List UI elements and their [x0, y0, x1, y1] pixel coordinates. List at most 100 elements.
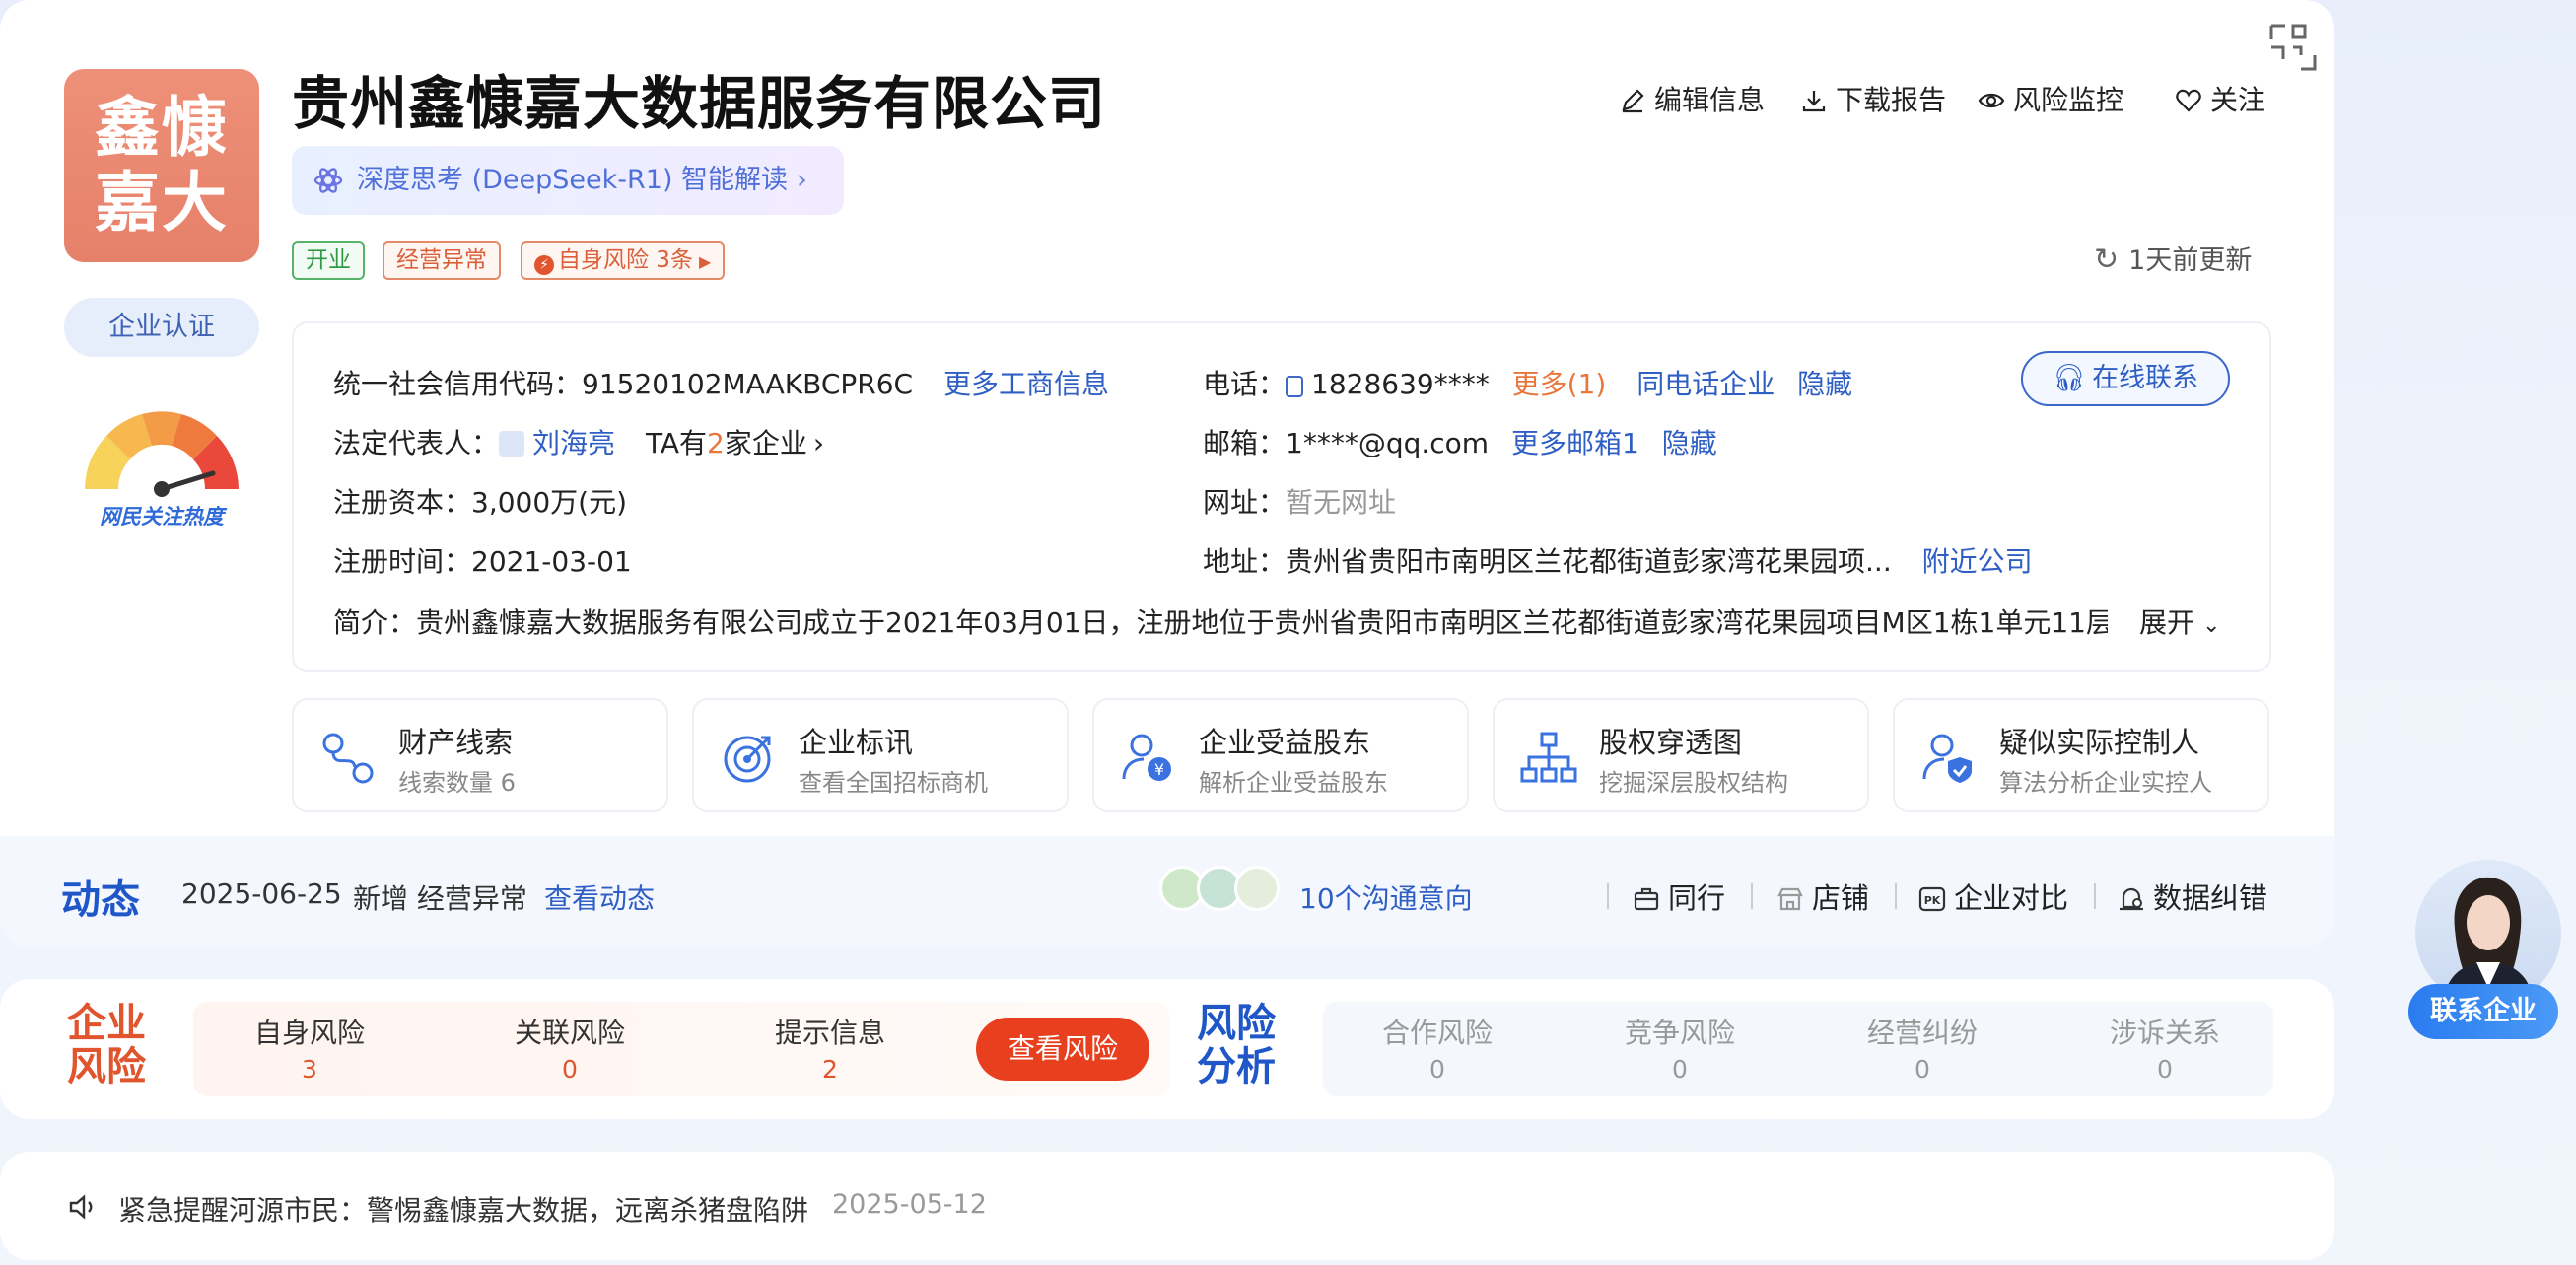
same-phone-link[interactable]: 同电话企业	[1636, 368, 1775, 400]
caret-right-icon: ▶	[698, 252, 712, 271]
quick-card-beneficiary[interactable]: ¥ 企业受益股东 解析企业受益股东	[1092, 698, 1469, 812]
business-dispute-value[interactable]: 0	[1824, 1055, 2021, 1084]
notice-date: 2025-05-12	[832, 1189, 987, 1220]
quick-card-title: 股权穿透图	[1599, 726, 1743, 759]
store-button[interactable]: 店铺	[1776, 876, 1869, 917]
phone-hide-link[interactable]: 隐藏	[1797, 368, 1852, 400]
dynamics-title: 动态	[61, 878, 140, 923]
communication-intent-link[interactable]: 10个沟通意向	[1299, 878, 1473, 917]
logo-text: 鑫慷嘉大	[95, 90, 229, 241]
risk-monitor-button[interactable]: 风险监控	[1978, 79, 2123, 118]
heat-gauge-icon	[85, 411, 239, 497]
address-label: 地址：	[1203, 545, 1287, 578]
competition-risk-label[interactable]: 竞争风险	[1581, 1012, 1778, 1051]
company-compare-button[interactable]: PK 企业对比	[1918, 876, 2068, 917]
divider	[1895, 883, 1897, 909]
quick-card-title: 疑似实际控制人	[1999, 726, 2200, 759]
svg-text:PK: PK	[1924, 894, 1941, 907]
quick-card-title: 企业标讯	[799, 726, 914, 759]
download-report-label: 下载报告	[1836, 84, 1947, 116]
quick-card-title: 财产线索	[398, 726, 514, 759]
enterprise-risk-title: 企业风险	[67, 1001, 146, 1089]
notice-info-value[interactable]: 2	[731, 1055, 929, 1084]
heart-icon	[2176, 89, 2201, 112]
bid-target-icon	[724, 736, 771, 783]
online-contact-button[interactable]: 🎧︎ 在线联系	[2021, 351, 2230, 406]
email-more-link[interactable]: 更多邮箱1	[1511, 427, 1639, 459]
view-dynamics-link[interactable]: 查看动态	[544, 878, 655, 917]
legal-rep-link[interactable]: 刘海亮	[532, 427, 615, 459]
asset-clue-icon	[322, 733, 374, 784]
edit-info-label: 编辑信息	[1654, 84, 1766, 116]
quick-card-equity[interactable]: 股权穿透图 挖掘深层股权结构	[1493, 698, 1869, 812]
intro-text: 贵州鑫慷嘉大数据服务有限公司成立于2021年03月01日，注册地位于贵州省贵阳市…	[416, 606, 2108, 639]
equity-tree-icon	[1520, 732, 1577, 783]
nearby-companies-link[interactable]: 附近公司	[1922, 545, 2033, 578]
phone-value: 1828639****	[1311, 368, 1490, 400]
edit-info-button[interactable]: 编辑信息	[1619, 79, 1765, 118]
notice-link[interactable]: 紧急提醒河源市民：警惕鑫慷嘉大数据，远离杀猪盘陷阱	[118, 1189, 808, 1229]
capital-label: 注册资本：	[333, 486, 472, 519]
more-business-info-link[interactable]: 更多工商信息	[943, 368, 1109, 400]
companies-prefix: TA有	[645, 427, 708, 459]
company-name: 贵州鑫慷嘉大数据服务有限公司	[292, 70, 1107, 137]
correction-icon	[2120, 887, 2143, 911]
certification-button[interactable]: 企业认证	[64, 298, 259, 357]
self-risk-label: 自身风险 3条	[558, 247, 693, 273]
legal-rep-row: 法定代表人： 刘海亮 TA有2家企业 ›	[333, 422, 824, 461]
pencil-icon	[1622, 89, 1644, 113]
notice-info-label[interactable]: 提示信息	[731, 1012, 929, 1051]
divider	[2094, 883, 2096, 909]
companies-suffix: 家企业	[724, 427, 807, 459]
update-status[interactable]: ↻ 1天前更新	[2094, 239, 2252, 277]
download-report-button[interactable]: 下载报告	[1800, 79, 1946, 118]
self-risk-label[interactable]: 自身风险	[211, 1012, 408, 1051]
legal-rep-companies[interactable]: TA有2家企业 ›	[646, 427, 824, 459]
peers-button[interactable]: 同行	[1633, 876, 1725, 917]
contact-company-button[interactable]: 联系企业	[2408, 984, 2558, 1039]
credit-code-label: 统一社会信用代码：	[333, 368, 583, 400]
litigation-relation-value[interactable]: 0	[2066, 1055, 2263, 1084]
phone-more-link[interactable]: 更多(1)	[1512, 368, 1607, 400]
self-risk-tag[interactable]: ⚡ 自身风险 3条 ▶	[521, 241, 726, 280]
data-correction-button[interactable]: 数据纠错	[2118, 876, 2267, 917]
risk-monitor-label: 风险监控	[2013, 84, 2124, 116]
self-risk-value[interactable]: 3	[211, 1055, 408, 1084]
quick-card-bids[interactable]: 企业标讯 查看全国招标商机	[692, 698, 1069, 812]
intro-row: 简介：贵州鑫慷嘉大数据服务有限公司成立于2021年03月01日，注册地位于贵州省…	[333, 601, 2108, 641]
refresh-icon: ↻	[2094, 243, 2120, 277]
litigation-relation-label[interactable]: 涉诉关系	[2066, 1012, 2263, 1051]
heat-label: 网民关注热度	[100, 505, 224, 528]
cooperation-risk-value[interactable]: 0	[1339, 1055, 1536, 1084]
related-risk-label[interactable]: 关联风险	[471, 1012, 668, 1051]
expand-button[interactable]: 展开 ⌄	[2139, 601, 2220, 641]
business-info-panel: 统一社会信用代码：91520102MAAKBCPR6C 更多工商信息 法定代表人…	[292, 321, 2271, 672]
related-risk-value[interactable]: 0	[471, 1055, 668, 1084]
follow-label: 关注	[2210, 84, 2266, 116]
quick-card-sub: 查看全国招标商机	[799, 769, 988, 797]
atom-icon	[313, 168, 343, 193]
email-label: 邮箱：	[1203, 427, 1287, 459]
eye-icon	[1978, 93, 2005, 108]
status-tag-open: 开业	[292, 241, 365, 280]
email-hide-link[interactable]: 隐藏	[1662, 427, 1717, 459]
business-dispute-label[interactable]: 经营纠纷	[1824, 1012, 2021, 1051]
download-icon	[1802, 91, 1826, 112]
chevron-right-icon: ›	[797, 165, 807, 195]
store-label: 店铺	[1812, 881, 1870, 915]
online-contact-label: 在线联系	[2092, 363, 2199, 393]
quick-card-asset-clue[interactable]: 财产线索 线索数量 6	[292, 698, 668, 812]
expand-label: 展开	[2139, 606, 2195, 639]
view-risk-button[interactable]: 查看风险	[976, 1018, 1149, 1081]
reg-date-value: 2021-03-01	[471, 545, 632, 578]
lightning-icon: ⚡	[534, 255, 554, 275]
dynamics-text: 新增 经营异常	[353, 882, 527, 915]
cooperation-risk-label[interactable]: 合作风险	[1339, 1012, 1536, 1051]
ai-analysis-button[interactable]: 深度思考 (DeepSeek-R1) 智能解读 ›	[292, 146, 844, 215]
competition-risk-value[interactable]: 0	[1581, 1055, 1778, 1084]
qr-code-icon[interactable]	[2267, 22, 2319, 73]
follow-button[interactable]: 关注	[2175, 79, 2265, 118]
quick-card-sub: 算法分析企业实控人	[1999, 769, 2212, 797]
status-tag-abnormal[interactable]: 经营异常	[383, 241, 501, 280]
quick-card-controller[interactable]: 疑似实际控制人 算法分析企业实控人	[1893, 698, 2269, 812]
